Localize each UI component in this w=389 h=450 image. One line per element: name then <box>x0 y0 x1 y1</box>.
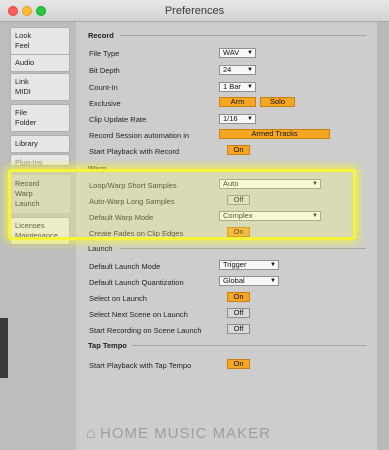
bit-depth-dropdown[interactable]: 24 ▼ <box>219 65 256 75</box>
tab-record-warp-launch[interactable]: Record Warp Launch <box>10 175 70 213</box>
tab-label: Folder <box>15 118 37 127</box>
chevron-down-icon: ▼ <box>312 181 318 187</box>
exclusive-solo-button[interactable]: Solo <box>260 97 295 107</box>
select-next-scene-toggle[interactable]: Off <box>227 308 250 318</box>
tab-label: MIDI <box>15 87 31 96</box>
auto-warp-long-toggle[interactable]: Off <box>227 195 250 205</box>
tab-label: Audio <box>15 58 35 67</box>
start-playback-record-label: Start Playback with Record <box>89 147 180 156</box>
default-launch-quantization-dropdown[interactable]: Global ▼ <box>219 276 279 286</box>
create-fades-toggle[interactable]: On <box>227 227 250 237</box>
tab-label: Licenses <box>15 221 45 230</box>
chevron-down-icon: ▼ <box>312 213 318 219</box>
clip-update-rate-label: Clip Update Rate <box>89 115 147 124</box>
count-in-dropdown[interactable]: 1 Bar ▼ <box>219 82 256 92</box>
select-on-launch-toggle[interactable]: On <box>227 292 250 302</box>
section-heading-tap-tempo: Tap Tempo <box>88 341 127 350</box>
tab-licenses-maintenance[interactable]: Licenses Maintenance <box>10 217 70 245</box>
select-on-launch-label: Select on Launch <box>89 294 147 303</box>
chevron-down-icon: ▼ <box>247 50 253 56</box>
tab-label: Look <box>15 31 32 40</box>
panel-scrollbar[interactable] <box>377 22 389 450</box>
loop-warp-short-dropdown[interactable]: Auto ▼ <box>219 179 321 189</box>
chevron-down-icon: ▼ <box>247 116 253 122</box>
chevron-down-icon: ▼ <box>270 262 276 268</box>
section-divider <box>120 248 366 249</box>
default-launch-mode-dropdown[interactable]: Trigger ▼ <box>219 260 279 270</box>
dropdown-value: Auto <box>223 179 239 188</box>
record-session-automation-label: Record Session automation in <box>89 131 190 140</box>
dropdown-value: Complex <box>223 211 253 220</box>
dropdown-value: 1/16 <box>223 114 238 123</box>
tab-label: Link <box>15 77 29 86</box>
tab-audio[interactable]: Audio <box>10 54 70 72</box>
start-recording-scene-toggle[interactable]: Off <box>227 324 250 334</box>
count-in-label: Count-In <box>89 83 118 92</box>
default-warp-mode-label: Default Warp Mode <box>89 213 154 222</box>
start-playback-tap-toggle[interactable]: On <box>227 359 250 369</box>
default-launch-quantization-label: Default Launch Quantization <box>89 278 184 287</box>
tab-link-midi[interactable]: Link MIDI <box>10 73 70 101</box>
tab-label: Plug-Ins <box>15 158 43 166</box>
clip-update-rate-dropdown[interactable]: 1/16 ▼ <box>219 114 256 124</box>
tab-file-folder[interactable]: File Folder <box>10 104 70 132</box>
dropdown-value: Global <box>223 276 245 285</box>
title-bar: Preferences <box>0 0 389 22</box>
watermark-text: HOME MUSIC MAKER <box>100 425 272 442</box>
loop-warp-short-label: Loop/Warp Short Samples <box>89 181 177 190</box>
section-divider <box>120 35 366 36</box>
file-type-label: File Type <box>89 49 120 58</box>
bit-depth-label: Bit Depth <box>89 66 120 75</box>
window-title: Preferences <box>164 5 225 17</box>
chevron-down-icon: ▼ <box>270 278 276 284</box>
background-window <box>0 318 8 378</box>
record-session-automation-button[interactable]: Armed Tracks <box>219 129 330 139</box>
default-warp-mode-dropdown[interactable]: Complex ▼ <box>219 211 321 221</box>
default-launch-mode-label: Default Launch Mode <box>89 262 161 271</box>
logo-icon: ⌂ <box>86 425 96 442</box>
auto-warp-long-label: Auto-Warp Long Samples <box>89 197 175 206</box>
start-playback-record-toggle[interactable]: On <box>227 145 250 155</box>
file-type-dropdown[interactable]: WAV ▼ <box>219 48 256 58</box>
tab-label: Warp <box>15 189 33 198</box>
dropdown-value: 24 <box>223 65 232 74</box>
section-divider <box>132 345 366 346</box>
select-next-scene-label: Select Next Scene on Launch <box>89 310 188 319</box>
exclusive-arm-button[interactable]: Arm <box>219 97 256 107</box>
section-heading-record: Record <box>88 31 114 40</box>
tab-label: Maintenance <box>15 231 58 240</box>
create-fades-label: Create Fades on Clip Edges <box>89 229 184 238</box>
tab-plug-ins[interactable]: Plug-Ins <box>10 154 70 166</box>
chevron-down-icon: ▼ <box>247 67 253 73</box>
tab-library[interactable]: Library <box>10 135 70 153</box>
tab-label: Launch <box>15 199 40 208</box>
tab-look-feel[interactable]: Look Feel <box>10 27 70 55</box>
dropdown-value: Trigger <box>223 260 247 269</box>
section-heading-warp: Warp <box>88 164 107 173</box>
tab-label: Library <box>15 139 38 148</box>
section-heading-launch: Launch <box>88 244 113 253</box>
exclusive-label: Exclusive <box>89 99 121 108</box>
tab-label: Record <box>15 179 40 188</box>
chevron-down-icon: ▼ <box>247 84 253 90</box>
start-playback-tap-label: Start Playback with Tap Tempo <box>89 361 192 370</box>
tab-label: Feel <box>15 41 30 50</box>
dropdown-value: 1 Bar <box>223 82 241 91</box>
start-recording-scene-label: Start Recording on Scene Launch <box>89 326 202 335</box>
dropdown-value: WAV <box>223 48 240 57</box>
tab-label: File <box>15 108 28 117</box>
